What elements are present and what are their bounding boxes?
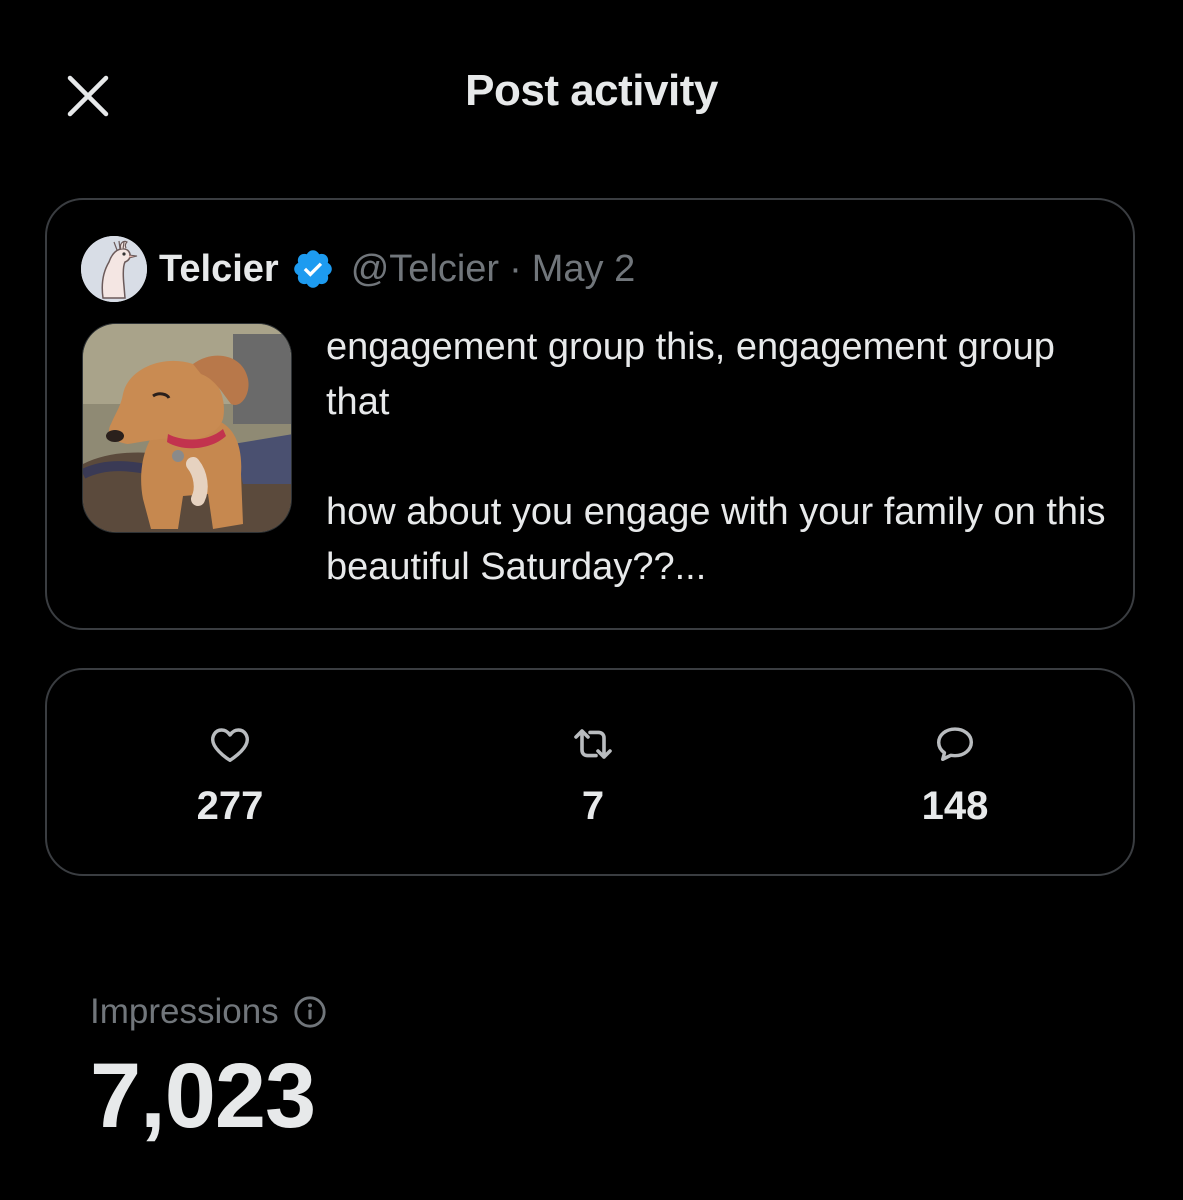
post-text: engagement group this, engagement group … bbox=[326, 320, 1106, 595]
page-title: Post activity bbox=[465, 66, 718, 115]
info-icon[interactable] bbox=[293, 995, 327, 1029]
post-thumbnail-image[interactable] bbox=[82, 323, 292, 533]
quoted-post-card[interactable]: Telcier @Telcier · May 2 engagement grou… bbox=[45, 198, 1135, 630]
reply-icon bbox=[931, 720, 979, 768]
engagement-metrics-card: 277 7 148 bbox=[45, 668, 1135, 876]
likes-metric[interactable]: 277 bbox=[130, 720, 330, 829]
impressions-value: 7,023 bbox=[90, 1045, 316, 1147]
post-header: Telcier @Telcier · May 2 bbox=[81, 236, 635, 302]
replies-metric[interactable]: 148 bbox=[855, 720, 1055, 829]
post-date[interactable]: May 2 bbox=[532, 248, 635, 291]
post-text-paragraph-1: engagement group this, engagement group … bbox=[326, 326, 1055, 423]
author-handle[interactable]: @Telcier bbox=[351, 248, 499, 291]
likes-count: 277 bbox=[196, 784, 264, 828]
impressions-section: Impressions 7,023 bbox=[90, 990, 327, 1146]
repost-icon bbox=[569, 720, 617, 768]
post-text-paragraph-2: how about you engage with your family on… bbox=[326, 491, 1106, 588]
author-name[interactable]: Telcier bbox=[159, 248, 279, 291]
reposts-count: 7 bbox=[581, 784, 605, 828]
impressions-label: Impressions bbox=[90, 992, 279, 1031]
separator-dot: · bbox=[509, 247, 522, 290]
verified-badge-icon bbox=[291, 247, 335, 291]
impressions-label-row: Impressions bbox=[90, 990, 327, 1034]
reposts-metric[interactable]: 7 bbox=[493, 720, 693, 829]
author-avatar[interactable] bbox=[81, 236, 147, 302]
heart-icon bbox=[206, 720, 254, 768]
replies-count: 148 bbox=[921, 784, 989, 828]
